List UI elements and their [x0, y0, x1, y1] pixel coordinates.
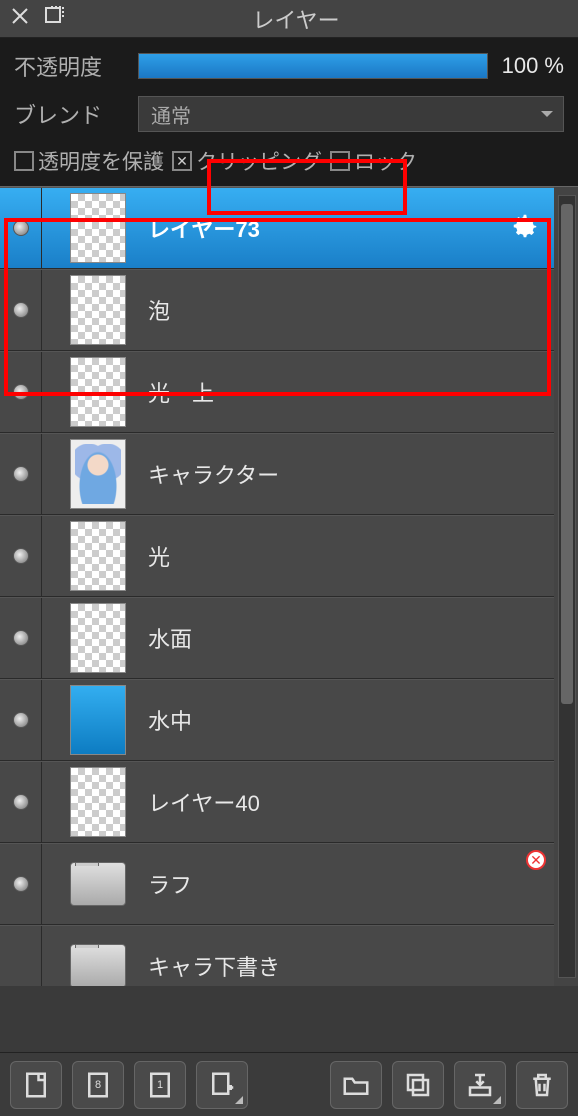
layer-name: ラフ [148, 868, 554, 900]
layer-name: レイヤー73 [148, 212, 510, 244]
layer-name: 水面 [148, 622, 554, 654]
layers-list: レイヤー73 泡光 上キャラクター光水面水中レイヤー40 ラフ✕ キャラ下書き [0, 186, 578, 986]
layer-thumbnail [70, 767, 126, 837]
panel-title: レイヤー [66, 3, 526, 35]
visibility-dot-icon [13, 794, 29, 810]
layer-row[interactable]: キャラ下書き [0, 925, 554, 986]
layer-row[interactable]: キャラクター [0, 433, 554, 515]
visibility-dot-icon [13, 220, 29, 236]
visibility-toggle[interactable] [0, 762, 42, 842]
visibility-toggle[interactable] [0, 434, 42, 514]
layer-row[interactable]: 水面 [0, 597, 554, 679]
layer-name: 光 [148, 540, 554, 572]
layer-name: 光 上 [148, 376, 554, 408]
layer-row[interactable]: 光 [0, 515, 554, 597]
visibility-toggle[interactable] [0, 680, 42, 760]
layer-1-button[interactable]: 1 [134, 1061, 186, 1109]
layer-thumbnail [70, 193, 126, 263]
visibility-dot-icon [13, 384, 29, 400]
layer-properties: 不透明度 100 % ブレンド 通常 透明度を保護 クリッピング ロック [0, 38, 578, 186]
blend-mode-select[interactable]: 通常 [138, 96, 564, 132]
visibility-toggle[interactable] [0, 516, 42, 596]
visibility-dot-icon [13, 466, 29, 482]
opacity-value: 100 % [502, 53, 564, 79]
visibility-dot-icon [13, 548, 29, 564]
scroll-thumb[interactable] [561, 204, 573, 704]
layer-name: 水中 [148, 704, 554, 736]
layer-row[interactable]: レイヤー40 [0, 761, 554, 843]
opacity-label: 不透明度 [14, 50, 124, 82]
layer-name: キャラクター [148, 458, 554, 490]
layer-thumbnail [70, 275, 126, 345]
visibility-toggle[interactable] [0, 844, 42, 924]
gear-icon[interactable] [510, 211, 540, 246]
visibility-dot-icon [13, 302, 29, 318]
layer-thumbnail [70, 521, 126, 591]
layer-row[interactable]: ラフ✕ [0, 843, 554, 925]
layer-thumbnail [70, 357, 126, 427]
blend-label: ブレンド [14, 98, 124, 130]
checkbox-icon [14, 151, 34, 171]
popout-icon[interactable] [42, 4, 66, 33]
folder-button[interactable] [330, 1061, 382, 1109]
layer-row[interactable]: レイヤー73 [0, 187, 554, 269]
layer-thumbnail [70, 439, 126, 509]
close-icon[interactable] [8, 4, 32, 33]
visibility-dot-icon [13, 712, 29, 728]
layer-thumbnail [70, 944, 126, 986]
layer-row[interactable]: 光 上 [0, 351, 554, 433]
protect-transparency-check[interactable]: 透明度を保護 [14, 146, 164, 176]
visibility-toggle[interactable] [0, 598, 42, 678]
opacity-slider[interactable] [138, 53, 488, 79]
add-layer-menu-button[interactable] [196, 1061, 248, 1109]
clipping-check[interactable]: クリッピング [172, 146, 322, 176]
delete-button[interactable] [516, 1061, 568, 1109]
visibility-dot-icon [13, 876, 29, 892]
checkbox-icon [330, 151, 350, 171]
layer-name: 泡 [148, 294, 554, 326]
layer-name: レイヤー40 [148, 786, 554, 818]
disabled-badge-icon: ✕ [526, 850, 546, 870]
lock-check[interactable]: ロック [330, 146, 417, 176]
scrollbar[interactable] [558, 195, 576, 978]
visibility-toggle[interactable] [0, 352, 42, 432]
checkbox-icon [172, 151, 192, 171]
layer-row[interactable]: 水中 [0, 679, 554, 761]
visibility-toggle[interactable] [0, 270, 42, 350]
visibility-toggle[interactable] [0, 188, 42, 268]
duplicate-button[interactable] [392, 1061, 444, 1109]
layer-name: キャラ下書き [148, 950, 554, 982]
visibility-dot-icon [13, 630, 29, 646]
layer-thumbnail [70, 603, 126, 673]
visibility-toggle[interactable] [0, 926, 42, 986]
new-layer-button[interactable] [10, 1061, 62, 1109]
layer-row[interactable]: 泡 [0, 269, 554, 351]
layer-thumbnail [70, 685, 126, 755]
layer-thumbnail [70, 862, 126, 906]
titlebar: レイヤー [0, 0, 578, 38]
layer-toolbar: 8 1 [0, 1052, 578, 1116]
merge-button[interactable] [454, 1061, 506, 1109]
layer-8-button[interactable]: 8 [72, 1061, 124, 1109]
